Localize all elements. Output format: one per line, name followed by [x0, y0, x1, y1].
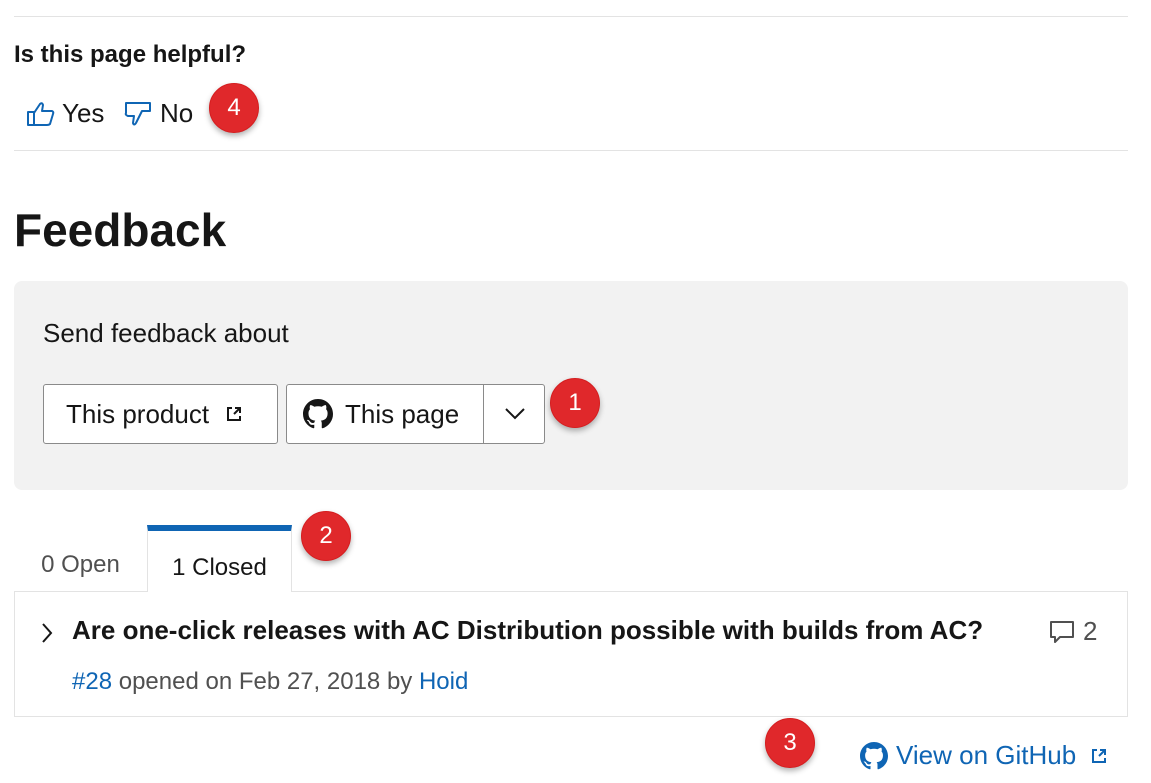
- issue-number-link[interactable]: #28: [72, 668, 112, 695]
- github-icon: [860, 741, 888, 769]
- annotation-badge-1: 1: [550, 378, 600, 428]
- issue-title[interactable]: Are one-click releases with AC Distribut…: [72, 615, 983, 646]
- thumbs-down-icon: [124, 101, 151, 125]
- yes-label: Yes: [62, 98, 105, 128]
- send-feedback-label: Send feedback about: [43, 318, 289, 348]
- feedback-heading: Feedback: [14, 204, 227, 256]
- view-on-github-link[interactable]: View on GitHub: [860, 740, 1108, 771]
- external-link-icon: [227, 407, 242, 421]
- yes-button[interactable]: Yes: [26, 98, 104, 129]
- annotation-badge-4: 4: [209, 83, 259, 133]
- this-page-button[interactable]: This page: [286, 384, 545, 444]
- this-product-button[interactable]: This product: [43, 384, 278, 444]
- top-divider: [14, 16, 1128, 17]
- dropdown-toggle[interactable]: [484, 385, 545, 443]
- issue-meta: #28 opened on Feb 27, 2018 by Hoid: [72, 668, 468, 696]
- this-product-label: This product: [66, 398, 210, 429]
- annotation-badge-2: 2: [301, 511, 351, 561]
- no-button[interactable]: No: [124, 98, 193, 129]
- annotation-badge-3: 3: [765, 718, 815, 768]
- issue-list-item: [14, 591, 1128, 717]
- comment-icon: [1050, 620, 1074, 643]
- tab-open[interactable]: 0 Open: [14, 525, 147, 591]
- chevron-down-icon: [504, 408, 525, 420]
- github-icon: [303, 399, 333, 429]
- thumbs-up-icon: [27, 101, 55, 126]
- chevron-right-icon[interactable]: [40, 622, 54, 644]
- issue-opened-text: opened on Feb 27, 2018 by: [112, 668, 419, 695]
- no-label: No: [160, 98, 194, 128]
- view-on-github-label: View on GitHub: [896, 740, 1077, 770]
- tab-closed[interactable]: 1 Closed: [147, 525, 292, 592]
- this-page-label: This page: [345, 398, 460, 429]
- comment-count-value: 2: [1083, 616, 1098, 646]
- external-link-icon: [1092, 748, 1107, 763]
- helpful-title: Is this page helpful?: [14, 41, 247, 68]
- comment-count: 2: [1049, 616, 1097, 647]
- bottom-divider: [14, 150, 1128, 151]
- issue-author-link[interactable]: Hoid: [419, 668, 468, 695]
